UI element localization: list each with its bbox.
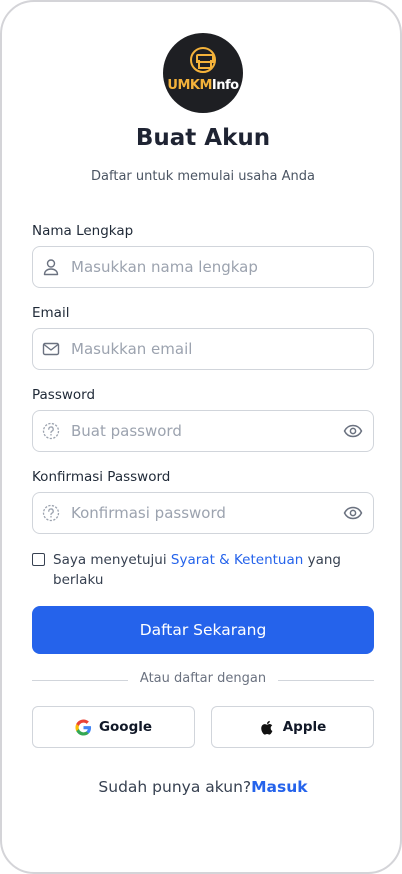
- logo-brand-text: UMKMInfo: [163, 78, 243, 93]
- page-title: Buat Akun: [135, 125, 271, 151]
- confirm-password-input[interactable]: [71, 493, 331, 533]
- social-divider: Atau daftar dengan: [32, 670, 374, 690]
- eye-icon[interactable]: [343, 504, 363, 522]
- app-logo: UMKMInfo: [163, 33, 243, 113]
- terms-prefix: Saya menyetujui: [53, 552, 167, 568]
- phone-frame: UMKMInfo Buat Akun Daftar untuk memulai …: [0, 0, 402, 874]
- mail-icon: [42, 342, 60, 356]
- google-label: Google: [98, 719, 153, 735]
- email-input[interactable]: [71, 329, 331, 369]
- name-label: Nama Lengkap: [32, 223, 134, 239]
- name-input[interactable]: [71, 247, 331, 287]
- password-input[interactable]: [71, 411, 331, 451]
- question-circle-icon: [42, 422, 60, 440]
- email-field[interactable]: [32, 328, 374, 370]
- password-field[interactable]: [32, 410, 374, 452]
- terms-text: Saya menyetujui Syarat & Ketentuan yang …: [53, 550, 368, 590]
- store-icon: [190, 47, 216, 73]
- user-icon: [43, 259, 59, 276]
- page-subtitle: Daftar untuk memulai usaha Anda: [91, 169, 315, 184]
- login-prompt: Sudah punya akun?Masuk: [2, 778, 402, 796]
- confirm-password-field[interactable]: [32, 492, 374, 534]
- question-circle-icon: [42, 504, 60, 522]
- logo-brand-part2: Info: [211, 78, 239, 93]
- name-field[interactable]: [32, 246, 374, 288]
- confirm-password-label: Konfirmasi Password: [32, 469, 171, 485]
- password-label: Password: [32, 387, 96, 403]
- google-signup-button[interactable]: Google: [32, 706, 195, 748]
- apple-signup-button[interactable]: Apple: [211, 706, 374, 748]
- divider-text: Atau daftar dengan: [139, 671, 267, 686]
- google-icon: [75, 718, 92, 736]
- apple-icon: [260, 720, 273, 735]
- login-prompt-text: Sudah punya akun?: [98, 778, 252, 796]
- email-label: Email: [32, 305, 70, 321]
- eye-icon[interactable]: [343, 422, 363, 440]
- divider-line-right: [278, 680, 374, 681]
- logo-brand-part1: UMKM: [167, 78, 212, 93]
- apple-label: Apple: [282, 719, 327, 735]
- terms-checkbox[interactable]: [32, 553, 45, 566]
- login-link[interactable]: Masuk: [251, 778, 307, 796]
- register-button[interactable]: Daftar Sekarang: [32, 606, 374, 654]
- terms-link[interactable]: Syarat & Ketentuan: [171, 552, 303, 568]
